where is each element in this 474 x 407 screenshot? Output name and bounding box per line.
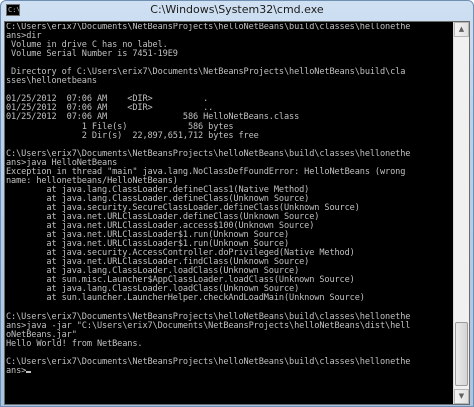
console-frame: C:\Users\erix7\Documents\NetBeansProject… [4,21,470,405]
title-bar[interactable]: C:\ C:\Windows\System32\cmd.exe [1,1,473,21]
cmd-window: C:\ C:\Windows\System32\cmd.exe C:\Users… [0,0,474,407]
scroll-up-button[interactable]: ▲ [454,22,469,37]
vertical-scrollbar[interactable]: ▲ ▼ [453,22,469,404]
text-cursor [26,370,32,373]
console-line: Hello World! from NetBeans. [6,338,143,349]
scroll-down-button[interactable]: ▼ [454,389,469,404]
console-line: 2 Dir(s) 22,897,651,712 bytes free [6,130,259,141]
console-output[interactable]: C:\Users\erix7\Documents\NetBeansProject… [6,23,452,403]
console-line: C:\Users\erix7\Documents\NetBeansProject… [6,356,411,367]
console-line: ans> [6,366,452,376]
scroll-thumb[interactable] [455,322,468,386]
console-line: at sun.launcher.LauncherHelper.checkAndL… [6,293,365,304]
console-line: Volume Serial Number is 7451-19E9 [6,49,178,60]
window-title: C:\Windows\System32\cmd.exe [150,3,324,16]
console-line: sses\hellonetbeans [6,76,97,87]
console-line: C:\Users\erix7\Documents\NetBeansProject… [6,23,411,32]
